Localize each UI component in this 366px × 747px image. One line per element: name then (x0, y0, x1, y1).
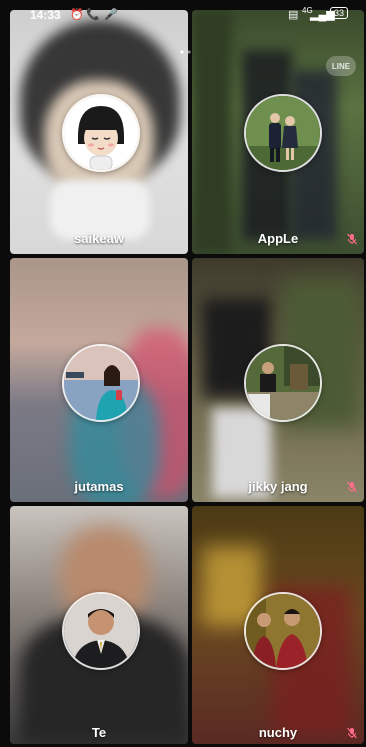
page-indicator (180, 50, 191, 54)
alarm-icon: ⏰ (70, 9, 84, 21)
status-time: 14:33 (30, 8, 61, 22)
participant-tile-nuchy[interactable]: nuchy (192, 506, 364, 744)
mic-status-icon: 🎤 (104, 9, 118, 21)
line-logo: LINE (326, 56, 356, 76)
wifi-icon: ▤ (288, 9, 299, 21)
participant-tile-jutamas[interactable]: jutamas (10, 258, 188, 502)
participant-name: jutamas (74, 479, 124, 494)
muted-mic-icon (347, 481, 357, 493)
avatar (244, 94, 322, 172)
status-bar: 14:33 ⏰ 📞 🎤 ▤ 4G ▂▄▆ 33 (0, 0, 366, 26)
avatar (244, 592, 322, 670)
participant-name: nuchy (258, 725, 298, 740)
participant-tile-jikky-jang[interactable]: jikky jang (192, 258, 364, 502)
muted-mic-icon (347, 233, 357, 245)
avatar (62, 344, 140, 422)
participant-tile-apple[interactable]: LINE AppLe (192, 10, 364, 254)
participant-tile-te[interactable]: Te (10, 506, 188, 744)
participant-name: jikky jang (248, 479, 308, 494)
battery-icon: 33 (330, 7, 349, 19)
participant-tile-saikeaw[interactable]: saikeaw (10, 10, 188, 254)
participant-name: Te (91, 725, 107, 740)
phone-icon: 📞 (86, 9, 100, 21)
muted-mic-icon (347, 727, 357, 739)
avatar (62, 592, 140, 670)
avatar (62, 94, 140, 172)
participant-name: AppLe (257, 231, 299, 246)
participant-name: saikeaw (74, 231, 124, 246)
battery-level: 33 (334, 8, 345, 18)
avatar (244, 344, 322, 422)
